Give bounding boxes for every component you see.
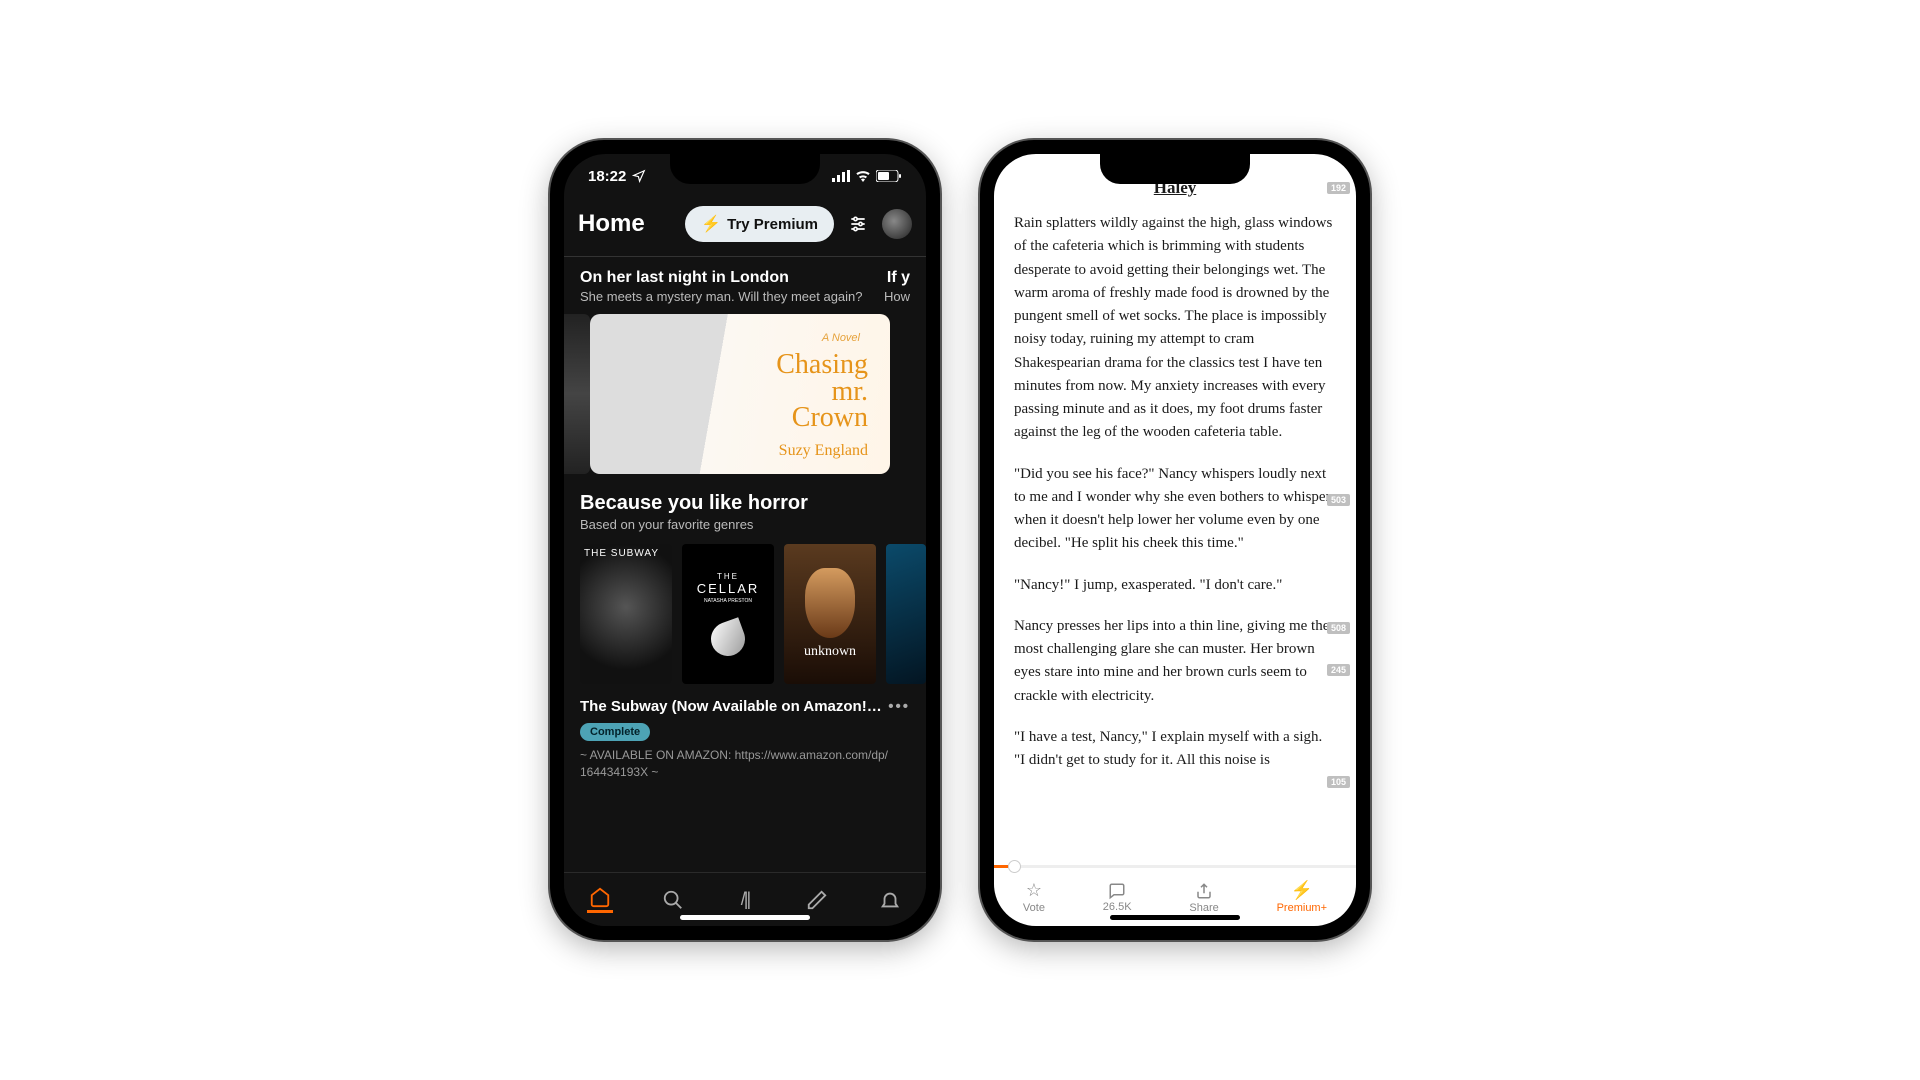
book-cover[interactable]: THE SUBWAY: [580, 544, 672, 684]
complete-badge: Complete: [580, 723, 650, 741]
paragraph: "Did you see his face?" Nancy whispers l…: [1014, 463, 1336, 556]
search-tab-icon[interactable]: [660, 887, 686, 913]
featured-subtitle: She meets a mystery man. Will they meet …: [580, 289, 863, 304]
profile-avatar[interactable]: [882, 209, 912, 239]
prev-card-peek[interactable]: [564, 314, 590, 474]
paragraph: Rain splatters wildly against the high, …: [1014, 212, 1336, 445]
settings-sliders-icon[interactable]: [844, 210, 872, 238]
more-options-icon[interactable]: •••: [888, 698, 910, 715]
app-header: Home ⚡ Try Premium: [564, 198, 926, 257]
bolt-icon: ⚡: [1291, 880, 1313, 901]
vote-button[interactable]: ☆ Vote: [1023, 880, 1045, 914]
comment-icon: [1107, 882, 1127, 900]
hero-author: Suzy England: [779, 442, 868, 460]
home-indicator[interactable]: [680, 915, 810, 920]
comments-button[interactable]: 26.5K: [1103, 882, 1132, 913]
status-time: 18:22: [588, 168, 626, 185]
comment-count-bubble[interactable]: 503: [1327, 494, 1350, 506]
reader-content[interactable]: Rain splatters wildly against the high, …: [994, 206, 1356, 865]
star-icon: ☆: [1026, 880, 1042, 901]
home-indicator[interactable]: [1110, 915, 1240, 920]
book-title: The Subway (Now Available on Amazon!…: [580, 698, 882, 715]
library-tab-icon[interactable]: /||: [732, 887, 758, 913]
book-cover-peek[interactable]: [886, 544, 926, 684]
book-cover[interactable]: THE CELLAR NATASHA PRESTON: [682, 544, 774, 684]
section-subtitle: Based on your favorite genres: [580, 517, 910, 532]
comment-count-bubble[interactable]: 508: [1327, 622, 1350, 634]
hero-tag: A Novel: [822, 332, 860, 344]
book-cover[interactable]: unknown: [784, 544, 876, 684]
book-covers-row[interactable]: THE SUBWAY THE CELLAR NATASHA PRESTON un…: [580, 544, 910, 684]
featured-title-peek: If y: [887, 269, 910, 287]
location-arrow-icon: [632, 169, 646, 183]
share-icon: [1195, 881, 1213, 901]
featured-book-card[interactable]: A Novel Chasing mr. Crown Suzy England: [590, 314, 890, 474]
wifi-icon: [855, 170, 871, 182]
premium-label: Try Premium: [727, 216, 818, 233]
premium-plus-button[interactable]: ⚡ Premium+: [1277, 880, 1327, 914]
featured-title: On her last night in London: [580, 269, 789, 287]
page-title: Home: [578, 210, 675, 238]
cellular-signal-icon: [832, 170, 850, 182]
comment-count-bubble[interactable]: 245: [1327, 664, 1350, 676]
comment-count-bubble[interactable]: 105: [1327, 776, 1350, 788]
comment-count-bubble[interactable]: 192: [1327, 182, 1350, 194]
share-button[interactable]: Share: [1189, 881, 1218, 914]
book-description: ~ AVAILABLE ON AMAZON: https://www.amazo…: [580, 747, 910, 781]
battery-icon: [876, 170, 902, 182]
paragraph: "I have a test, Nancy," I explain myself…: [1014, 726, 1336, 773]
notifications-tab-icon[interactable]: [877, 887, 903, 913]
try-premium-button[interactable]: ⚡ Try Premium: [685, 206, 834, 242]
featured-subtitle-peek: How: [884, 289, 910, 304]
featured-carousel[interactable]: On her last night in London If y She mee…: [564, 257, 926, 474]
hero-title: Chasing mr. Crown: [776, 352, 868, 432]
bolt-icon: ⚡: [701, 214, 721, 234]
reading-progress[interactable]: [994, 865, 1356, 868]
write-tab-icon[interactable]: [804, 887, 830, 913]
home-tab-icon[interactable]: [587, 887, 613, 913]
paragraph: "Nancy!" I jump, exasperated. "I don't c…: [1014, 574, 1336, 597]
section-title: Because you like horror: [580, 492, 910, 515]
paragraph: Nancy presses her lips into a thin line,…: [1014, 615, 1336, 708]
